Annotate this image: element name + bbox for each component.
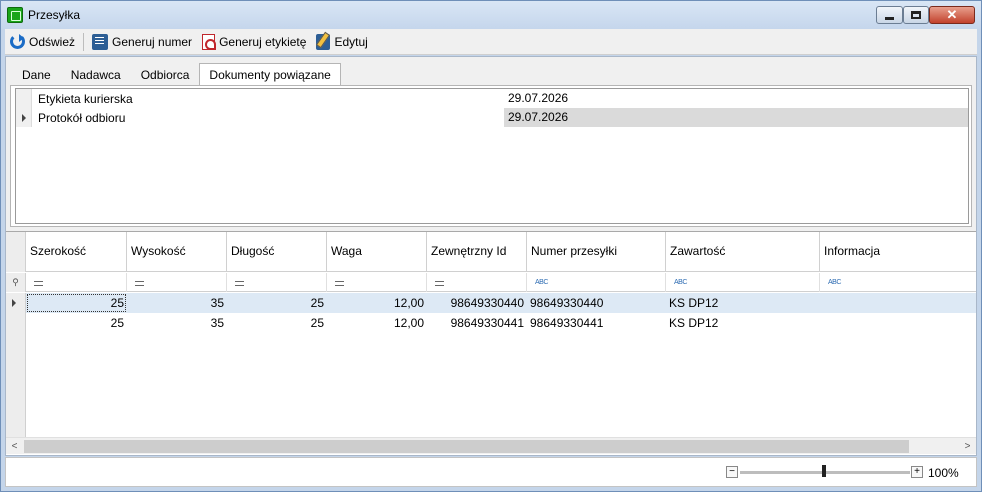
window-title: Przesyłka [28,8,81,22]
tab-strip: Dane Nadawca Odbiorca Dokumenty powiązan… [12,63,341,86]
cell-numer-przesylki[interactable]: 98649330440 [527,293,666,313]
app-window: Przesyłka ✕ Odśwież Generuj numer Generu… [0,0,982,492]
document-list-icon [92,33,109,50]
current-row-arrow-icon [22,114,26,122]
edit-label: Edytuj [334,34,368,49]
edit-button[interactable]: Edytuj [311,31,372,53]
edit-icon [316,33,331,50]
cell-waga[interactable]: 12,00 [327,313,427,333]
column-header-informacja[interactable]: Informacja [820,232,976,272]
filter-icon[interactable]: ⚲ [6,273,26,292]
filter-cell-wysokosc[interactable] [127,273,227,292]
row-indicator [16,108,32,127]
cell-informacja[interactable] [820,313,976,333]
minimize-button[interactable] [876,6,903,24]
cell-zewnetrzny-id[interactable]: 98649330440 [427,293,527,313]
cell-wysokosc[interactable]: 35 [127,313,227,333]
column-header-zewnetrzny-id[interactable]: Zewnętrzny Id [427,232,527,272]
row-indicator-column [6,333,26,437]
cell-informacja[interactable] [820,293,976,313]
main-panel: Dane Nadawca Odbiorca Dokumenty powiązan… [5,56,977,456]
cell-waga[interactable]: 12,00 [327,293,427,313]
filter-cell-zewnetrzny-id[interactable] [427,273,527,292]
title-bar[interactable]: Przesyłka ✕ [1,1,981,29]
tab-dane[interactable]: Dane [12,63,61,85]
app-icon [7,7,23,23]
header-indicator [6,232,26,272]
zoom-level: 100% [928,466,959,480]
status-bar: − + 100% [5,457,977,487]
cell-zawartosc[interactable]: KS DP12 [666,313,820,333]
column-header-numer-przesylki[interactable]: Numer przesyłki [527,232,666,272]
documents-grid: Etykieta kurierska 29.07.2026 Protokół o… [15,88,969,224]
grid-header: Szerokość Wysokość Długość Waga Zewnętrz… [6,232,976,272]
filter-cell-numer-przesylki[interactable]: ABC [527,273,666,292]
table-row[interactable]: 25 35 25 12,00 98649330440 98649330440 K… [6,293,976,313]
refresh-icon [10,34,25,49]
row-indicator [16,89,32,108]
maximize-icon [911,11,921,19]
cell-szerokosc[interactable]: 25 [26,313,127,333]
minimize-icon [885,16,894,20]
tab-odbiorca[interactable]: Odbiorca [131,63,200,85]
generate-label-button[interactable]: Generuj etykietę [197,31,311,53]
generate-number-button[interactable]: Generuj numer [87,31,197,53]
refresh-label: Odśwież [29,34,76,49]
cell-zawartosc[interactable]: KS DP12 [666,293,820,313]
document-name: Etykieta kurierska [38,92,133,106]
close-icon: ✕ [946,7,958,22]
table-row[interactable]: 25 35 25 12,00 98649330441 98649330441 K… [6,313,976,333]
row-indicator [6,293,26,313]
scroll-left-icon[interactable]: < [6,438,23,455]
zoom-out-button[interactable]: − [726,466,738,478]
filter-cell-informacja[interactable]: ABC [820,273,976,292]
horizontal-scrollbar[interactable]: < > [6,437,976,454]
cell-szerokosc[interactable]: 25 [26,293,127,313]
column-header-wysokosc[interactable]: Wysokość [127,232,227,272]
scroll-right-icon[interactable]: > [959,438,976,455]
cell-dlugosc[interactable]: 25 [227,293,327,313]
document-date: 29.07.2026 [504,108,968,127]
cell-dlugosc[interactable]: 25 [227,313,327,333]
filter-cell-dlugosc[interactable] [227,273,327,292]
text-filter-icon: ABC [674,279,687,286]
filter-row: ⚲ ABC ABC ABC [6,273,976,292]
column-header-zawartosc[interactable]: Zawartość [666,232,820,272]
generate-number-label: Generuj numer [112,34,193,49]
cell-wysokosc[interactable]: 35 [127,293,227,313]
tab-panel-documents: Etykieta kurierska 29.07.2026 Protokół o… [10,85,972,227]
row-indicator [6,313,26,333]
filter-cell-zawartosc[interactable]: ABC [666,273,820,292]
current-row-arrow-icon [12,299,16,307]
close-button[interactable]: ✕ [929,6,975,24]
tab-dokumenty-powiazane[interactable]: Dokumenty powiązane [199,63,341,86]
column-header-waga[interactable]: Waga [327,232,427,272]
tab-nadawca[interactable]: Nadawca [61,63,131,85]
scrollbar-thumb[interactable] [24,440,909,453]
parcels-grid: Szerokość Wysokość Długość Waga Zewnętrz… [6,231,976,455]
text-filter-icon: ABC [828,279,841,286]
zoom-slider-thumb[interactable] [822,465,826,477]
pdf-icon [202,33,217,50]
toolbar: Odśwież Generuj numer Generuj etykietę E… [5,29,977,55]
document-date: 29.07.2026 [508,91,569,105]
generate-label-label: Generuj etykietę [219,34,307,49]
maximize-button[interactable] [903,6,929,24]
cell-numer-przesylki[interactable]: 98649330441 [527,313,666,333]
column-header-szerokosc[interactable]: Szerokość [26,232,127,272]
zoom-in-button[interactable]: + [911,466,923,478]
cell-zewnetrzny-id[interactable]: 98649330441 [427,313,527,333]
text-filter-icon: ABC [535,279,548,286]
refresh-button[interactable]: Odśwież [5,31,80,53]
document-row[interactable]: Protokół odbioru 29.07.2026 [16,108,968,127]
filter-cell-szerokosc[interactable] [26,273,127,292]
column-header-dlugosc[interactable]: Długość [227,232,327,272]
document-name: Protokół odbioru [38,111,126,125]
document-row[interactable]: Etykieta kurierska 29.07.2026 [16,89,968,108]
filter-cell-waga[interactable] [327,273,427,292]
toolbar-separator [83,32,85,51]
